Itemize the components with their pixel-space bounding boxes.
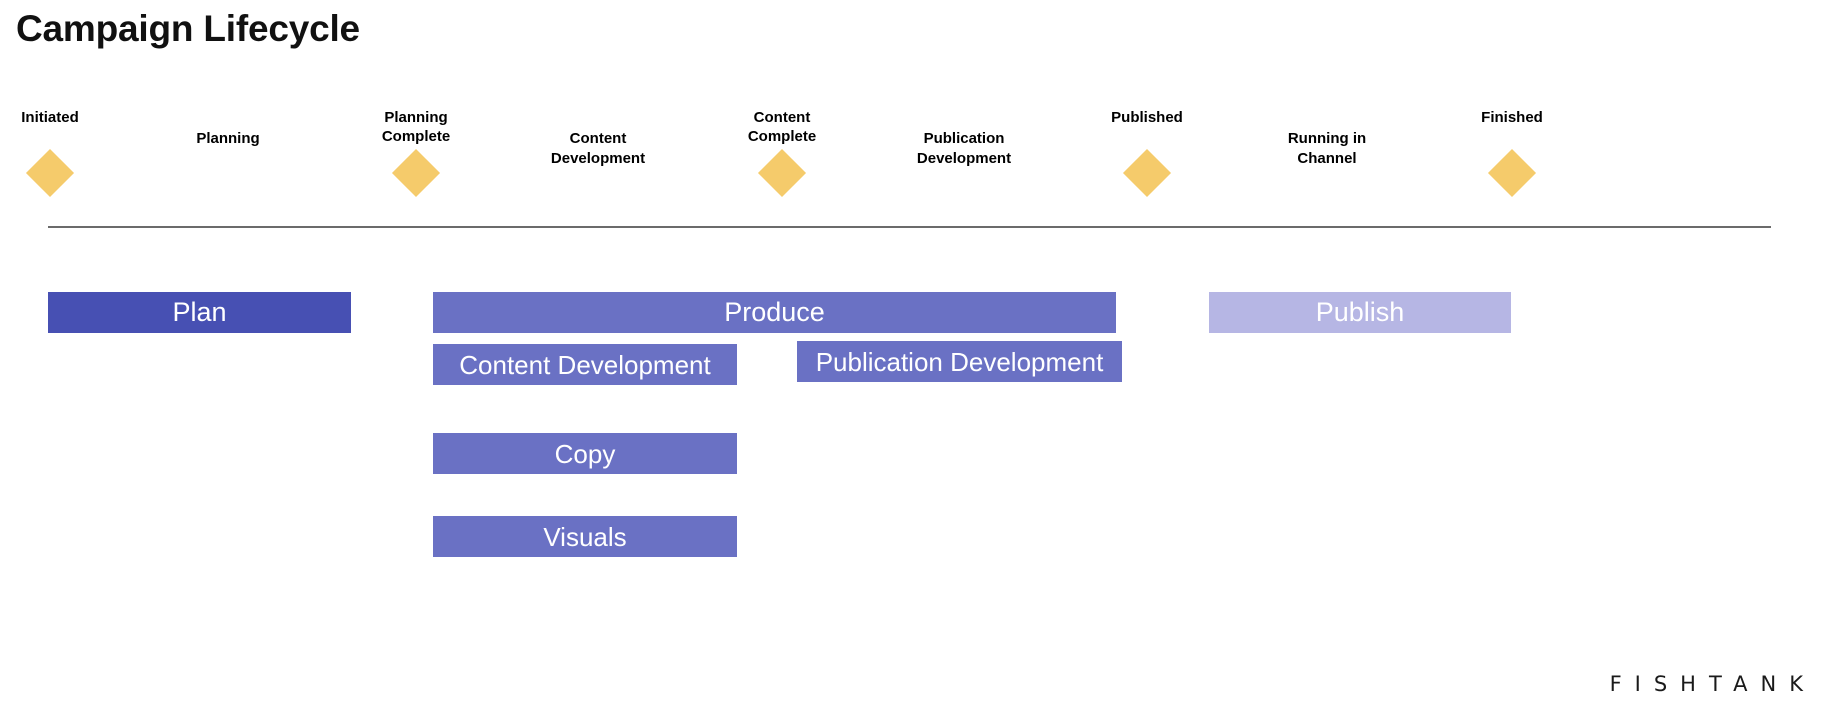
bar-produce[interactable]: Produce xyxy=(433,292,1116,333)
bar-label: Publish xyxy=(1315,297,1405,327)
page-title: Campaign Lifecycle xyxy=(16,8,360,49)
milestone-label: Initiated xyxy=(21,109,79,126)
milestone-label: Finished xyxy=(1481,109,1543,126)
diamond-icon xyxy=(757,148,807,198)
milestone-label: Content Complete xyxy=(747,109,817,145)
bar-publication-development[interactable]: Publication Development xyxy=(797,341,1122,382)
diagram-canvas: Campaign Lifecycle Initiated Planning Com… xyxy=(0,0,1834,714)
bar-label: Produce xyxy=(724,297,825,327)
phase-label-planning: Planning xyxy=(196,130,260,147)
bar-content-development[interactable]: Content Development xyxy=(433,344,737,385)
milestone-label: Published xyxy=(1111,109,1183,126)
bar-visuals[interactable]: Visuals xyxy=(433,516,737,557)
bar-plan[interactable]: Plan xyxy=(48,292,351,333)
phase-label-publication-development: Publication Development xyxy=(916,130,1012,167)
timeline-axis-line xyxy=(48,226,1771,228)
phase-label-content-development: Content Development xyxy=(550,130,646,167)
bar-publish[interactable]: Publish xyxy=(1209,292,1511,333)
diamond-icon xyxy=(25,148,75,198)
bar-label: Visuals xyxy=(543,521,627,552)
bar-label: Content Development xyxy=(459,349,711,380)
bar-label: Publication Development xyxy=(815,346,1104,377)
fishtank-logo: FISHTANK xyxy=(1609,672,1816,696)
diamond-icon xyxy=(1487,148,1537,198)
bar-copy[interactable]: Copy xyxy=(433,433,737,474)
diamond-icon xyxy=(391,148,441,198)
diamond-icon xyxy=(1122,148,1172,198)
milestone-label: Planning Complete xyxy=(381,109,451,145)
bar-label: Copy xyxy=(554,438,616,469)
phase-label-running-in-channel: Running in Channel xyxy=(1287,130,1367,167)
bar-label: Plan xyxy=(172,297,227,327)
